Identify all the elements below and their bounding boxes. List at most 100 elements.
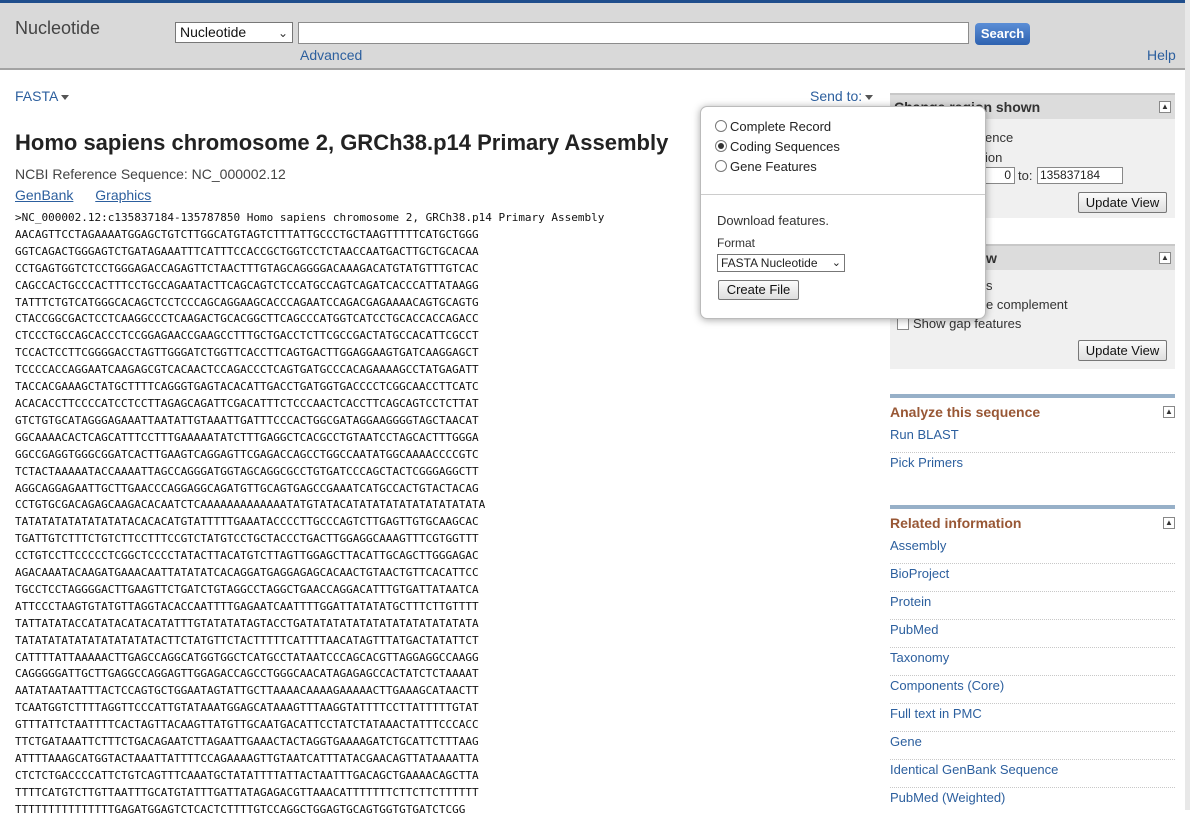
send-to-menu[interactable]: Send to:	[810, 88, 874, 104]
update-view-button[interactable]: Update View	[1078, 192, 1167, 213]
format-menu[interactable]: FASTA	[15, 88, 70, 104]
format-select[interactable]: FASTA Nucleotide ⌄	[717, 254, 845, 272]
option-basic-features: s	[986, 278, 993, 293]
sequence-line: TATTTCTGTCATGGGCACAGCTCCTCCCAGCAGGAAGCAC…	[15, 295, 479, 309]
run-blast-link[interactable]: Run BLAST	[890, 425, 1175, 453]
collapse-icon[interactable]: ▲	[1163, 517, 1175, 529]
customize-view-title-text: w	[986, 250, 997, 266]
send-to-label: Send to:	[810, 88, 863, 104]
coding-sequences-radio[interactable]	[715, 140, 727, 152]
format-menu-label: FASTA	[15, 88, 59, 104]
sequence-line: TATATATATATATATATACACACATGTATTTTTGAAATAC…	[15, 515, 479, 529]
sequence-line: AGGCAGGAGAATTGCTTGAACCCAGGAGGCAGATGTTGCA…	[15, 481, 479, 495]
pick-primers-link[interactable]: Pick Primers	[890, 453, 1175, 481]
sequence-line: TTTTCATGTCTTGTTAATTTGCATGTATTTGATTATAGAG…	[15, 785, 479, 799]
sequence-line: CTCCCTGCCAGCACCCTCCGGAGAACCGAAGCCTTTGCTG…	[15, 329, 479, 343]
sequence-line: CTACCGGCGACTCCTCAAGGCCCTCAAGACTGCACGGCTT…	[15, 312, 479, 326]
scrollbar[interactable]	[1185, 0, 1190, 810]
sequence-line: CCTGTCCTTCCCCCTCGGCTCCCCTATACTTACATGTCTT…	[15, 549, 479, 563]
sequence-line: TATTATATACCATATACATACATATTTGTATATATAGTAC…	[15, 616, 479, 630]
sequence-line: CATTTTATTAAAAACTTGAGCCAGGCATGGTGGCTCATGC…	[15, 650, 479, 664]
option-coding-sequences[interactable]: Coding Sequences	[715, 139, 840, 154]
related-link-pmc[interactable]: Full text in PMC	[890, 704, 1175, 732]
page-title: Homo sapiens chromosome 2, GRCh38.p14 Pr…	[15, 130, 669, 155]
sequence-line: ATTCCCTAAGTGTATGTTAGGTACACCAATTTTGAGAATC…	[15, 599, 479, 613]
sequence-line: TCCCCACCAGGAATCAAGAGCGTCACAACTCCAGACCCTC…	[15, 363, 479, 377]
sequence-line: TGCCTCCTAGGGGACTTGAAGTTCTGATCTGTAGGCCTAG…	[15, 582, 479, 596]
sequence-line: CAGGGGGATTGCTTGAGGCCAGGAGTTGGAGACCAGCCTG…	[15, 667, 479, 681]
gene-features-label: Gene Features	[730, 159, 817, 174]
related-link-bioproject[interactable]: BioProject	[890, 564, 1175, 592]
related-link-taxonomy[interactable]: Taxonomy	[890, 648, 1175, 676]
complete-record-radio[interactable]	[715, 120, 727, 132]
graphics-link[interactable]: Graphics	[95, 187, 151, 203]
related-link-pubmed[interactable]: PubMed	[890, 620, 1175, 648]
sequence-line: AACAGTTCCTAGAAAATGGAGCTGTCTTGGCATGTAGTCT…	[15, 227, 479, 241]
sequence-line: GGCAAAACACTCAGCATTTCCTTTGAAAAATATCTTTGAG…	[15, 430, 479, 444]
option-reverse-complement: e complement	[986, 297, 1068, 312]
sequence-line: TCAATGGTCTTTTAGGTTCCCATTGTATAAATGGAGCATA…	[15, 701, 479, 715]
related-link-protein[interactable]: Protein	[890, 592, 1175, 620]
reference-sequence: NCBI Reference Sequence: NC_000002.12	[15, 166, 286, 182]
sequence-line: TTTTTTTTTTTTTTTGAGATGGAGTCTCACTCTTTTGTCC…	[15, 802, 466, 816]
chevron-down-icon: ⌄	[277, 26, 288, 40]
update-view-button[interactable]: Update View	[1078, 340, 1167, 361]
sequence-line: CCTGTGCGACAGAGCAAGACACAATCTCAAAAAAAAAAAA…	[15, 498, 486, 512]
complete-record-label: Complete Record	[730, 119, 832, 134]
database-select-value: Nucleotide	[180, 24, 247, 40]
sequence-line: TACCACGAAAGCTATGCTTTTCAGGGTGAGTACACATTGA…	[15, 380, 479, 394]
region-to-label: to:	[1018, 168, 1033, 183]
analyze-title: Analyze this sequence	[890, 404, 1041, 420]
sequence-line: TGATTGTCTTTCTGTCTTCCTTTCCGTCTATGTCCTGCTA…	[15, 532, 479, 546]
genbank-link[interactable]: GenBank	[15, 187, 73, 203]
related-info-title: Related information	[890, 515, 1022, 531]
sequence-line: GGTCAGACTGGGAGTCTGATAGAAATTTCATTTCCACCGC…	[15, 244, 479, 258]
database-select[interactable]: Nucleotide ⌄	[175, 22, 293, 43]
sequence-line: GTTTATTCTAATTTTCACTAGTTACAAGTTATGTTGCAAT…	[15, 718, 479, 732]
gene-features-radio[interactable]	[715, 160, 727, 172]
chevron-down-icon: ⌄	[831, 257, 841, 269]
format-label: Format	[717, 236, 756, 250]
coding-sequences-label: Coding Sequences	[730, 139, 840, 154]
related-link-pubmed-weighted[interactable]: PubMed (Weighted)	[890, 788, 1175, 816]
related-link-identical-genbank[interactable]: Identical GenBank Sequence	[890, 760, 1175, 788]
help-link[interactable]: Help	[1147, 47, 1176, 63]
sequence-line: AATATAATAATTTACTCCAGTGCTGGAATAGTATTGCTTA…	[15, 684, 479, 698]
sequence-line: GGCCGAGGTGGGCGGATCACTTGAAGTCAGGAGTTCGAGA…	[15, 447, 479, 461]
collapse-icon[interactable]: ▲	[1159, 101, 1171, 113]
sequence-lines: AACAGTTCCTAGAAAATGGAGCTGTCTTGGCATGTAGTCT…	[15, 227, 604, 819]
related-link-components[interactable]: Components (Core)	[890, 676, 1175, 704]
fasta-sequence: >NC_000002.12:c135837184-135787850 Homo …	[15, 210, 604, 819]
sequence-line: TCTACTAAAAATACCAAAATTAGCCAGGGATGGTAGCAGG…	[15, 464, 479, 478]
database-title: Nucleotide	[15, 18, 101, 38]
advanced-search-link[interactable]: Advanced	[300, 47, 362, 63]
format-select-value: FASTA Nucleotide	[721, 256, 818, 270]
record-links: GenBank Graphics	[15, 187, 169, 203]
caret-down-icon	[865, 94, 874, 100]
sequence-line: CAGCCACTGCCCACTTTCCTGCCAGAATACTTCAGCAGTC…	[15, 278, 479, 292]
option-complete-record[interactable]: Complete Record	[715, 119, 831, 134]
related-link-assembly[interactable]: Assembly	[890, 536, 1175, 564]
collapse-icon[interactable]: ▲	[1163, 406, 1175, 418]
related-link-gene[interactable]: Gene	[890, 732, 1175, 760]
sequence-line: ACACACCTTCCCCATCCTCCTTAGAGCAGATTCGACATTT…	[15, 396, 479, 410]
caret-down-icon	[61, 94, 70, 100]
option-gene-features[interactable]: Gene Features	[715, 159, 817, 174]
region-to-input[interactable]: 135837184	[1037, 167, 1123, 184]
collapse-icon[interactable]: ▲	[1159, 252, 1171, 264]
sequence-line: AGACAAATACAAGATGAAACAATTATATATCACAGGATGA…	[15, 566, 479, 580]
search-input[interactable]	[298, 22, 969, 44]
analyze-portlet: Analyze this sequence ▲ Run BLAST Pick P…	[890, 394, 1175, 481]
sequence-line: TTCTGATAAATTCTTTCTGACAGAATCTTAGAATTGAAAC…	[15, 735, 479, 749]
sequence-line: CCTGAGTGGTCTCCTGGGAGACCAGAGTTCTAACTTTGTA…	[15, 261, 479, 275]
region-option-selected: ion	[985, 150, 1003, 165]
show-gap-features-checkbox[interactable]	[897, 318, 909, 330]
search-bar: Nucleotide Nucleotide ⌄ Search Advanced …	[0, 0, 1190, 70]
create-file-button[interactable]: Create File	[718, 280, 799, 300]
search-button[interactable]: Search	[975, 23, 1030, 45]
region-option-whole: ence	[985, 130, 1014, 145]
sequence-line: TCCACTCCTTCGGGGACCTAGTTGGGATCTGGTTCACCTT…	[15, 346, 479, 360]
download-features-label: Download features.	[717, 213, 830, 228]
related-info-portlet: Related information ▲ Assembly BioProjec…	[890, 505, 1175, 816]
send-to-popup: Complete Record Coding Sequences Gene Fe…	[700, 106, 986, 319]
